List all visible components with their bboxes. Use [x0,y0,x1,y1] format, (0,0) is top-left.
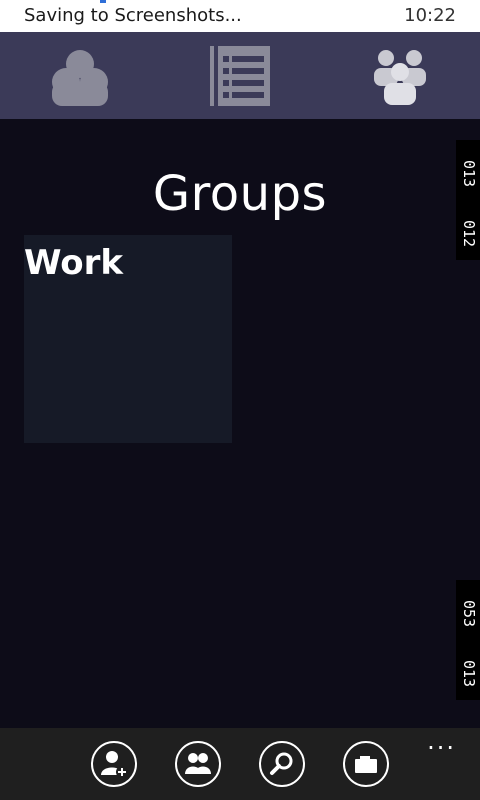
more-options-button[interactable]: ... [427,729,456,753]
status-bar: Saving to Screenshots... 10:22 [0,0,480,32]
tab-groups[interactable] [320,32,480,119]
edge-label-top-b: 012 [460,220,478,248]
tab-cloud[interactable] [0,32,160,119]
app-bar: ... [0,728,480,800]
group-tile-work[interactable]: Work [24,235,232,443]
search-icon [270,752,293,775]
cloud-icon [52,49,108,106]
edge-label-bottom-a: 053 [460,600,478,628]
tab-list[interactable] [160,32,320,119]
edge-label-bottom-b: 013 [460,660,478,688]
status-message: Saving to Screenshots... [24,5,242,26]
search-button[interactable] [259,741,305,787]
list-icon [210,45,270,106]
group-label: Work [24,243,124,283]
contacts-button[interactable] [175,741,221,787]
edge-label-top-a: 013 [460,160,478,188]
top-tab-bar [0,32,480,119]
page-title: Groups [152,166,328,222]
status-time: 10:22 [404,5,456,26]
groups-icon [374,49,426,105]
folder-icon [355,756,377,773]
add-contact-icon [101,751,128,778]
folder-button[interactable] [343,741,389,787]
contacts-icon [185,753,211,774]
progress-indicator [100,0,106,3]
edge-tab-top[interactable]: 013 012 [456,140,480,260]
edge-tab-bottom[interactable]: 053 013 [456,580,480,700]
add-contact-button[interactable] [91,741,137,787]
